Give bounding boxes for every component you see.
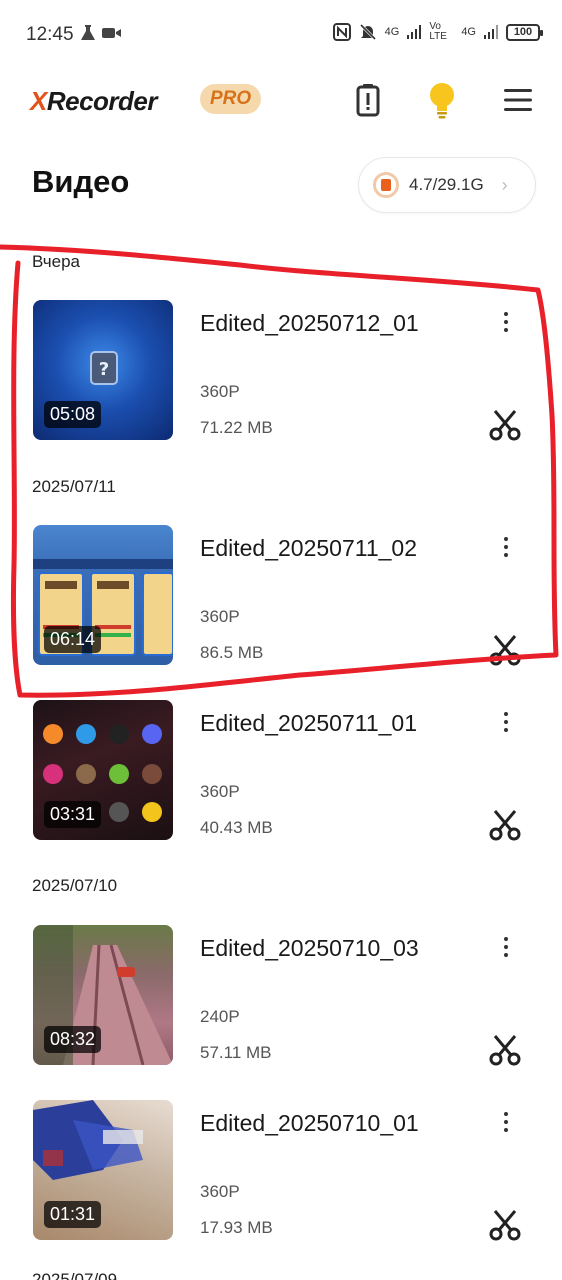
video-title[interactable]: Edited_20250710_03 [200,935,419,962]
flask-icon [81,25,95,40]
more-options-icon[interactable] [492,708,520,736]
video-resolution: 360P [200,782,240,801]
video-duration: 06:14 [44,626,102,653]
pro-badge[interactable]: PRO [200,84,262,114]
video-item[interactable]: ? 05:08 Edited_20250712_01 360P 71.22 MB [0,300,562,442]
section-date: 2025/07/10 [32,876,118,895]
section-date: 2025/07/11 [32,477,116,496]
nfc-icon [332,23,351,41]
menu-icon[interactable] [498,80,538,120]
bell-muted-icon [359,23,376,41]
video-size: 17.93 MB [200,1218,273,1237]
storage-text: 4.7/29.1G [409,175,484,194]
video-size: 57.11 MB [200,1043,272,1062]
storage-icon [373,172,399,198]
svg-text:?: ? [99,359,109,380]
video-duration: 03:31 [44,801,102,828]
lightbulb-icon[interactable] [422,80,462,120]
video-thumbnail[interactable]: ? 05:08 [33,300,173,440]
page-title: Видео [32,164,130,199]
more-options-icon[interactable] [492,533,520,561]
signal-icon-2 [484,25,498,39]
battery-alert-icon[interactable] [348,80,388,120]
app-logo: XRecorder [30,86,158,116]
scissors-icon[interactable] [488,808,522,842]
battery-indicator: 100 [506,23,543,41]
video-item[interactable]: 08:32 Edited_20250710_03 240P 57.11 MB [0,925,562,1067]
scissors-icon[interactable] [488,408,522,442]
signal-icon [407,25,422,39]
chevron-right-icon: › [501,174,508,195]
video-duration: 01:31 [44,1201,102,1228]
signal-label-1: 4G [384,26,400,38]
status-notification-icons [80,24,122,42]
section-date: 2025/07/09 [32,1270,118,1280]
video-resolution: 240P [200,1007,240,1026]
video-title[interactable]: Edited_20250711_01 [200,710,417,737]
app-header: XRecorder PRO [0,70,562,134]
more-options-icon[interactable] [492,308,520,336]
status-time: 12:45 [26,24,74,45]
scissors-icon[interactable] [488,1033,522,1067]
section-date: Вчера [32,252,80,271]
volte-label: Vo LTE [429,21,447,42]
video-size: 71.22 MB [200,418,273,437]
status-right-icons: 4G Vo LTE 4G 100 [332,21,543,42]
video-item[interactable]: 01:31 Edited_20250710_01 360P 17.93 MB [0,1100,562,1242]
video-thumbnail[interactable]: 06:14 [33,525,173,665]
video-title[interactable]: Edited_20250710_01 [200,1110,419,1137]
video-resolution: 360P [200,1182,240,1201]
scissors-icon[interactable] [488,633,522,667]
video-title[interactable]: Edited_20250712_01 [200,310,419,337]
more-options-icon[interactable] [492,933,520,961]
video-item[interactable]: 03:31 Edited_20250711_01 360P 40.43 MB [0,700,562,842]
signal-label-2: 4G [461,26,476,38]
video-thumbnail[interactable]: 03:31 [33,700,173,840]
video-item[interactable]: 06:14 Edited_20250711_02 360P 86.5 MB [0,525,562,667]
video-resolution: 360P [200,607,240,626]
video-resolution: 360P [200,382,240,401]
video-thumbnail[interactable]: 08:32 [33,925,173,1065]
video-duration: 05:08 [44,401,102,428]
video-camera-icon [102,28,121,38]
scissors-icon[interactable] [488,1208,522,1242]
video-thumbnail[interactable]: 01:31 [33,1100,173,1240]
video-size: 40.43 MB [200,818,273,837]
video-title[interactable]: Edited_20250711_02 [200,535,417,562]
status-bar: 12:45 4G Vo LTE 4G 100 [0,0,562,70]
storage-button[interactable]: 4.7/29.1G › [358,157,536,213]
video-duration: 08:32 [44,1026,102,1053]
more-options-icon[interactable] [492,1108,520,1136]
video-size: 86.5 MB [200,643,264,662]
